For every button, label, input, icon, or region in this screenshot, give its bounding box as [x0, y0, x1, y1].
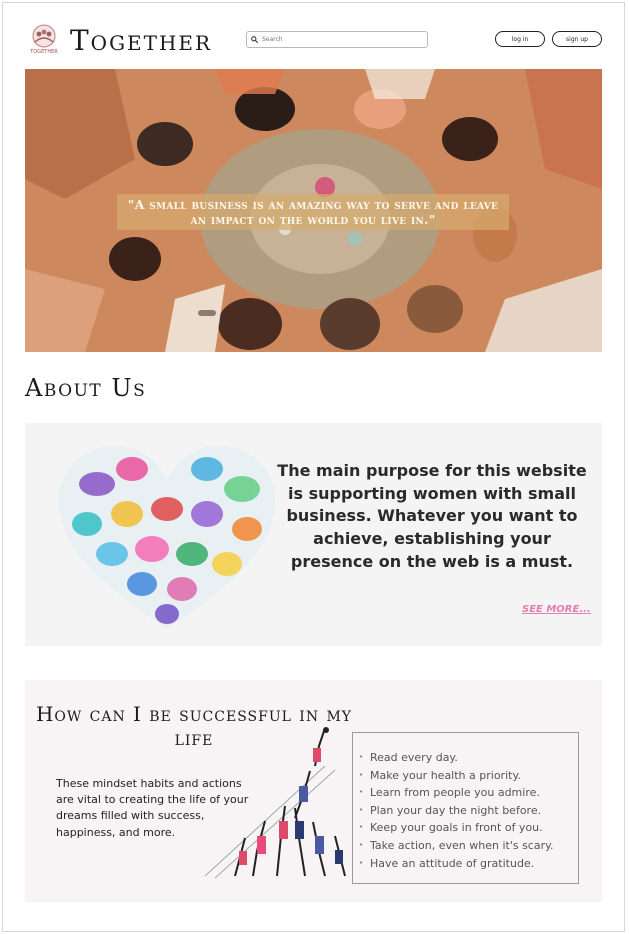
- search-icon: [251, 36, 258, 43]
- search-bar[interactable]: [246, 31, 428, 48]
- tip-item: Make your health a priority.: [359, 767, 578, 785]
- slide-indicator[interactable]: [198, 310, 216, 316]
- hero-quote: "A small business is an amazing way to s…: [117, 194, 509, 230]
- tip-item: Plan your day the night before.: [359, 802, 578, 820]
- search-input[interactable]: [262, 36, 412, 43]
- women-pyramid-illustration: [204, 727, 346, 879]
- tips-list-box: Read every day. Make your health a prior…: [352, 732, 579, 884]
- handprint-heart-image: [58, 445, 276, 629]
- logo-wordmark: TOGETHER: [29, 49, 58, 55]
- signup-button[interactable]: sign up: [552, 31, 602, 47]
- tip-item: Have an attitude of gratitude.: [359, 855, 578, 873]
- tip-item: Keep your goals in front of you.: [359, 819, 578, 837]
- tip-item: Read every day.: [359, 749, 578, 767]
- about-section: The main purpose for this website is sup…: [25, 423, 602, 646]
- tips-list: Read every day. Make your health a prior…: [359, 749, 578, 872]
- login-button[interactable]: log in: [495, 31, 545, 47]
- hero-banner: "A small business is an amazing way to s…: [25, 69, 602, 352]
- success-section: How can I be successful in my life These…: [25, 680, 602, 902]
- brand-title[interactable]: Together: [70, 24, 212, 57]
- together-logo[interactable]: TOGETHER: [26, 22, 62, 56]
- about-description: The main purpose for this website is sup…: [277, 461, 587, 571]
- about-title: About Us: [25, 374, 147, 402]
- see-more-link[interactable]: SEE MORE...: [522, 604, 591, 615]
- tip-item: Take action, even when it's scary.: [359, 837, 578, 855]
- tip-item: Learn from people you admire.: [359, 784, 578, 802]
